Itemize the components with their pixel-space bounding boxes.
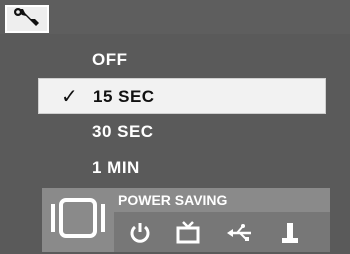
menu-item-label: 30 SEC	[92, 122, 154, 141]
memory-card-icon[interactable]	[274, 218, 306, 248]
section-label: POWER SAVING	[118, 192, 228, 208]
settings-tab[interactable]	[5, 5, 49, 33]
header-strip	[0, 0, 350, 34]
menu-item-15-sec[interactable]: ✓ 15 SEC	[38, 78, 326, 114]
section-label-bar: POWER SAVING	[114, 188, 330, 212]
menu-item-1-min[interactable]: 1 MIN	[38, 150, 326, 186]
wrench-icon	[12, 6, 42, 33]
power-icon[interactable]	[124, 218, 156, 248]
menu-item-off[interactable]: OFF	[38, 42, 326, 78]
tv-icon[interactable]	[172, 218, 204, 248]
menu-item-label: 15 SEC	[93, 87, 155, 106]
display-mode-icon	[48, 196, 108, 245]
display-mode-button[interactable]	[42, 188, 114, 252]
menu-item-label: OFF	[92, 50, 128, 69]
camera-settings-screen: OFF ✓ 15 SEC 30 SEC 1 MIN POWER SAVING	[0, 0, 350, 254]
bottom-settings-bar: POWER SAVING	[42, 188, 330, 252]
checkmark-icon: ✓	[61, 86, 79, 108]
usb-icon[interactable]	[224, 218, 256, 248]
menu-item-30-sec[interactable]: 30 SEC	[38, 114, 326, 150]
menu-item-label: 1 MIN	[92, 158, 140, 177]
power-saving-options-menu: OFF ✓ 15 SEC 30 SEC 1 MIN	[38, 42, 326, 186]
